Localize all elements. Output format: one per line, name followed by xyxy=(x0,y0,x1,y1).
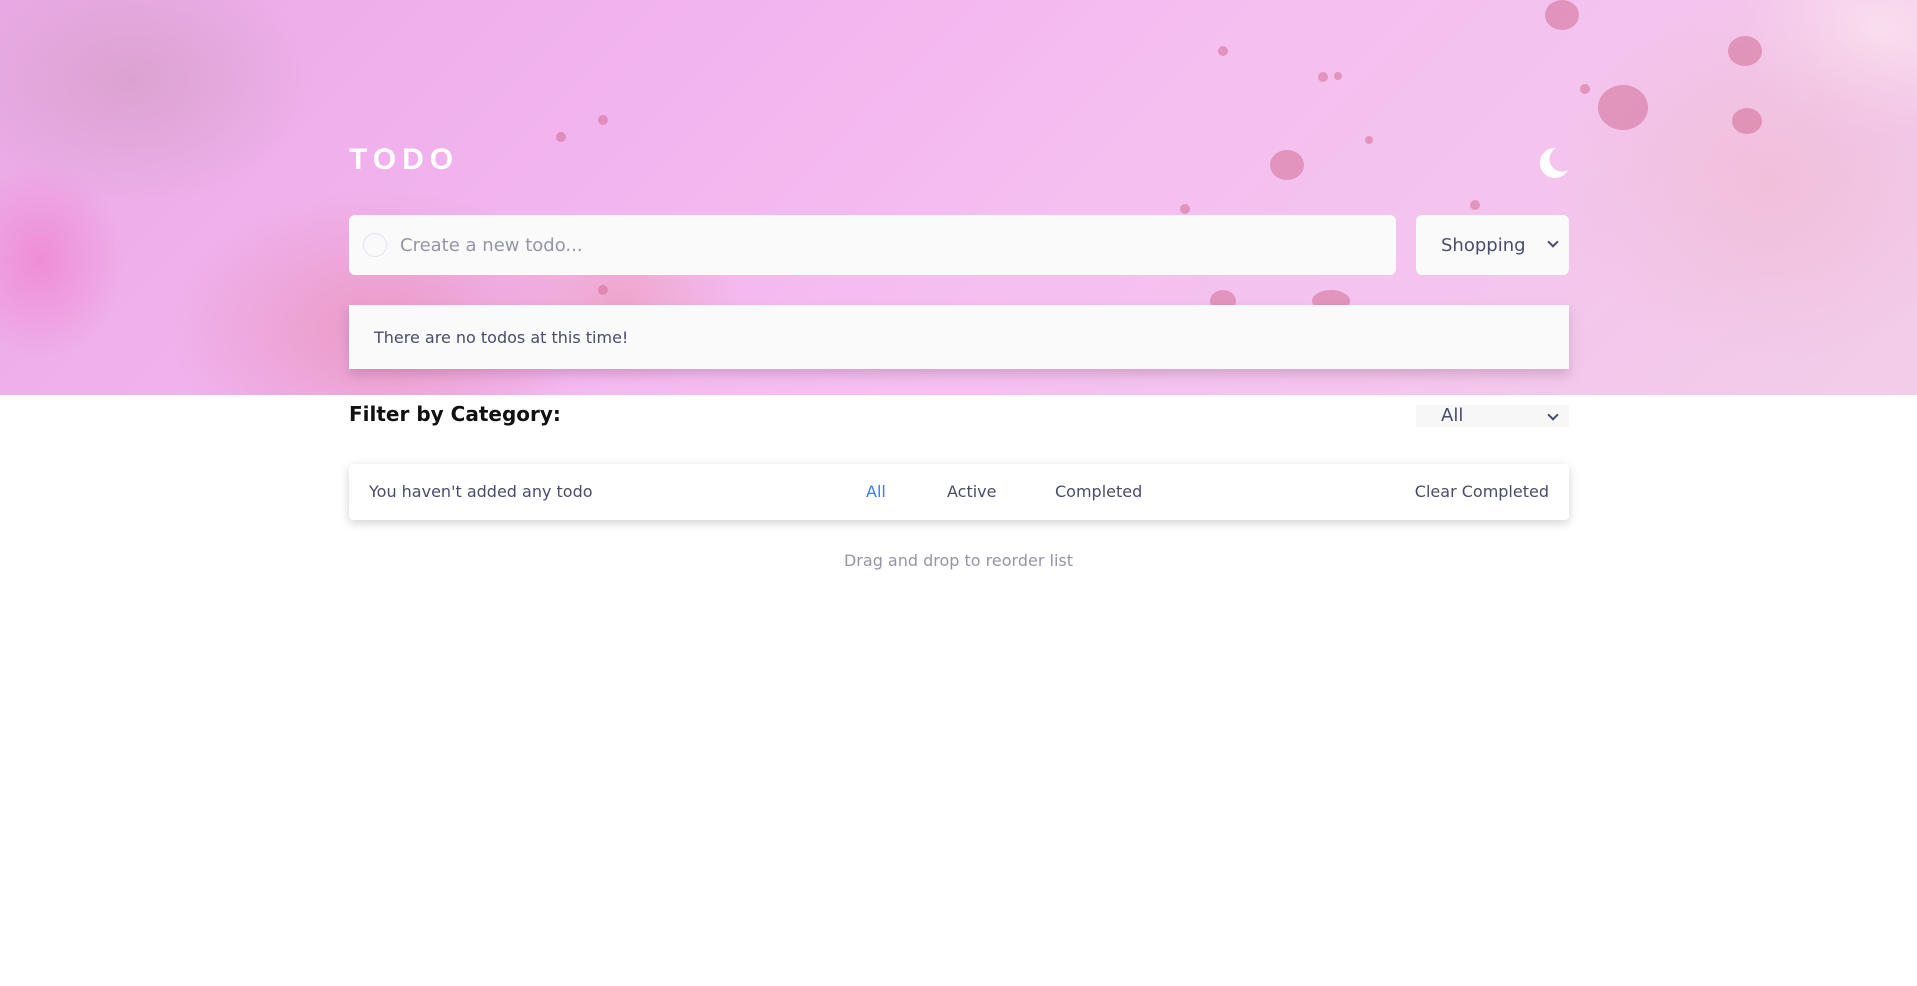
moon-icon xyxy=(1539,147,1568,178)
category-select-value: Shopping xyxy=(1441,234,1526,256)
theme-toggle-button[interactable] xyxy=(1536,146,1570,180)
filter-select-value: All xyxy=(1441,405,1464,426)
todo-footer: You haven't added any todo All Active Co… xyxy=(349,464,1569,520)
chevron-down-icon xyxy=(1547,236,1559,248)
filter-tab-completed[interactable]: Completed xyxy=(1055,482,1142,501)
filter-tab-active[interactable]: Active xyxy=(947,482,997,501)
new-todo-field[interactable] xyxy=(349,215,1396,275)
filter-category-select[interactable]: All xyxy=(1416,405,1569,427)
empty-message: There are no todos at this time! xyxy=(374,327,629,347)
app-title: TODO xyxy=(349,143,460,176)
filter-tab-all[interactable]: All xyxy=(866,482,886,501)
clear-completed-button[interactable]: Clear Completed xyxy=(1415,482,1549,501)
todo-check-circle-icon[interactable] xyxy=(363,233,387,257)
filter-label: Filter by Category: xyxy=(349,402,561,426)
new-todo-input[interactable] xyxy=(400,234,1360,256)
items-count-text: You haven't added any todo xyxy=(369,482,593,501)
todo-list-empty: There are no todos at this time! xyxy=(349,305,1569,369)
chevron-down-icon xyxy=(1547,409,1559,421)
category-select[interactable]: Shopping xyxy=(1416,215,1569,275)
reorder-hint: Drag and drop to reorder list xyxy=(843,551,1073,570)
